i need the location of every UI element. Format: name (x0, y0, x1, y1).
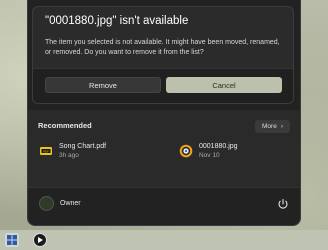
item-unavailable-dialog: "0001880.jpg" isn't available The item y… (32, 6, 294, 104)
recommended-item-0001880[interactable]: 0001880.jpg Nov 10 (179, 142, 238, 160)
recommended-item-time: 3h ago (59, 152, 79, 159)
chevron-right-icon: › (280, 123, 283, 130)
start-button[interactable] (5, 233, 19, 247)
pdf-icon: PDF (40, 147, 52, 155)
dialog-message: The item you selected is not available. … (45, 39, 280, 56)
windows-logo-icon (7, 235, 17, 245)
recommended-heading: Recommended (38, 121, 92, 130)
play-icon (38, 237, 43, 243)
image-viewer-icon (179, 144, 193, 158)
power-icon[interactable] (276, 197, 290, 211)
dialog-actions: Remove Cancel (33, 68, 293, 103)
dialog-title: "0001880.jpg" isn't available (45, 15, 189, 27)
media-player-taskbar-button[interactable] (33, 233, 47, 247)
recommended-item-song-chart[interactable]: PDF Song Chart.pdf 3h ago (39, 142, 106, 160)
svg-text:PDF: PDF (43, 149, 49, 153)
more-button[interactable]: More › (255, 120, 290, 133)
recommended-item-name: 0001880.jpg (199, 143, 238, 150)
remove-button[interactable]: Remove (45, 77, 161, 93)
cancel-button[interactable]: Cancel (166, 77, 282, 93)
more-button-label: More (262, 123, 277, 130)
recommended-item-name: Song Chart.pdf (59, 143, 107, 150)
taskbar (0, 230, 328, 250)
start-menu-footer: Owner (28, 187, 300, 225)
user-name[interactable]: Owner (60, 200, 81, 207)
avatar[interactable] (39, 196, 54, 211)
recommended-item-time: Nov 10 (199, 152, 220, 159)
